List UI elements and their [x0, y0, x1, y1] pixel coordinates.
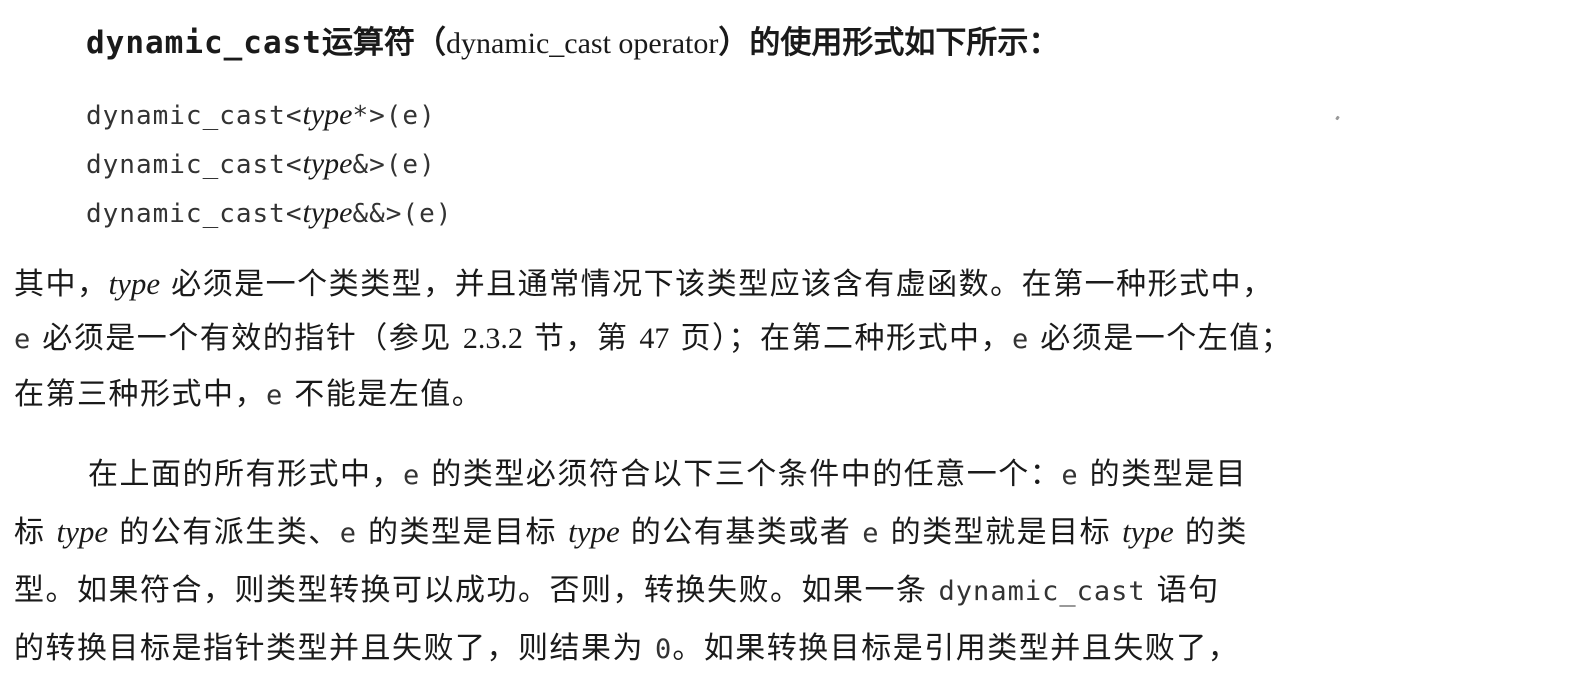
code-prefix: dynamic_cast< — [86, 199, 303, 229]
code-prefix: dynamic_cast< — [86, 101, 303, 131]
heading-keyword: dynamic_cast — [86, 25, 322, 61]
code-type-word: type — [302, 196, 353, 229]
text-span: 不能是左值。 — [283, 377, 484, 412]
text-span: 必须是一个类类型，并且通常情况下该类型应该含有虚函数。在第一种形式中， — [160, 267, 1274, 302]
code-e: e — [403, 460, 421, 491]
document-page: dynamic_cast运算符（dynamic_cast operator）的使… — [0, 0, 1592, 700]
text-span: 节，第 — [522, 321, 640, 356]
text-span: 的公有基类或者 — [619, 515, 863, 550]
heading-label-en: dynamic_cast operator — [445, 27, 719, 60]
paragraph1-line2: e 必须是一个有效的指针（参见 2.3.2 节，第 47 页）；在第二种形式中，… — [14, 324, 1292, 354]
text-span: 的转换目标是指针类型并且失败了，则结果为 — [14, 631, 656, 666]
type-word: type — [108, 266, 161, 301]
text-span: 的类型就是目标 — [879, 515, 1123, 550]
text-span: 必须是一个左值； — [1029, 321, 1293, 356]
text-span: 的类型必须符合以下三个条件中的任意一个： — [420, 457, 1062, 492]
code-e: e — [14, 324, 32, 355]
text-span: 的类型是目 — [1078, 457, 1248, 492]
paragraph2-line3: 型。如果符合，则类型转换可以成功。否则，转换失败。如果一条 dynamic_ca… — [14, 576, 1220, 606]
text-span: 在第三种形式中， — [14, 377, 266, 412]
code-form-pointer: dynamic_cast<type*>(e) — [86, 100, 436, 130]
code-suffix: &&>(e) — [352, 199, 453, 229]
code-form-rvalue-ref: dynamic_cast<type&&>(e) — [86, 198, 452, 228]
text-span: 页）；在第二种形式中， — [669, 321, 1012, 356]
type-word: type — [56, 514, 109, 549]
heading-paren-close: ） — [718, 25, 750, 61]
code-suffix: &>(e) — [352, 150, 436, 180]
paragraph2-line2: 标 type 的公有派生类、e 的类型是目标 type 的公有基类或者 e 的类… — [14, 516, 1248, 548]
code-e: e — [339, 518, 357, 549]
heading-suffix: 的使用形式如下所示： — [749, 25, 1060, 61]
text-span: 的类型是目标 — [357, 515, 569, 550]
code-type-word: type — [302, 98, 353, 131]
code-e: e — [266, 380, 284, 411]
text-span: 的公有派生类、 — [108, 515, 340, 550]
paragraph1-line3: 在第三种形式中，e 不能是左值。 — [14, 380, 483, 410]
paragraph2-line1: 在上面的所有形式中，e 的类型必须符合以下三个条件中的任意一个：e 的类型是目 — [88, 460, 1247, 490]
heading-label-cn: 运算符 — [321, 25, 415, 61]
inline-code: dynamic_cast — [938, 576, 1146, 607]
paragraph2-line4: 的转换目标是指针类型并且失败了，则结果为 0。如果转换目标是引用类型并且失败了， — [14, 634, 1239, 664]
page-ref: 47 — [639, 322, 670, 355]
code-prefix: dynamic_cast< — [86, 150, 303, 180]
text-span: 语句 — [1145, 573, 1220, 608]
section-heading: dynamic_cast运算符（dynamic_cast operator）的使… — [86, 28, 1059, 59]
scan-speck — [1335, 115, 1340, 121]
text-span: 型。如果符合，则类型转换可以成功。否则，转换失败。如果一条 — [14, 573, 939, 608]
text-span: 标 — [14, 515, 57, 550]
heading-paren-open: （ — [414, 25, 446, 61]
code-suffix: *>(e) — [352, 101, 436, 131]
type-word: type — [568, 514, 620, 549]
type-word: type — [1122, 514, 1174, 549]
inline-code-zero: 0 — [655, 634, 673, 665]
code-e: e — [862, 518, 880, 549]
code-e: e — [1061, 460, 1079, 491]
text-span: 必须是一个有效的指针（参见 — [31, 321, 463, 356]
code-form-lvalue-ref: dynamic_cast<type&>(e) — [86, 149, 436, 179]
paragraph1-line1: 其中，type 必须是一个类类型，并且通常情况下该类型应该含有虚函数。在第一种形… — [14, 268, 1274, 300]
text-span: 其中， — [14, 267, 109, 302]
text-span: 在上面的所有形式中， — [88, 457, 403, 492]
text-span: 。如果转换目标是引用类型并且失败了， — [672, 631, 1240, 666]
code-e: e — [1011, 324, 1030, 355]
text-span: 的类 — [1173, 515, 1248, 550]
section-ref: 2.3.2 — [462, 322, 523, 355]
code-type-word: type — [302, 147, 353, 180]
